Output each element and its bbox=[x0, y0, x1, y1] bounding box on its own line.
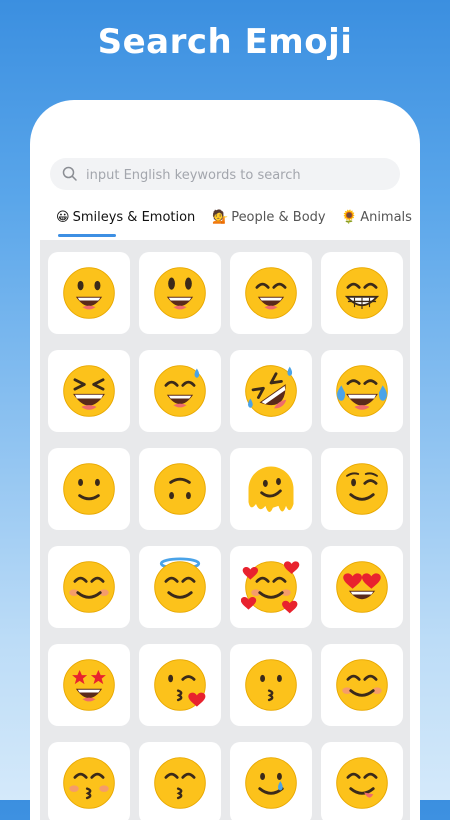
rolling-on-floor-laughing-icon bbox=[245, 365, 297, 417]
face-blowing-kiss-icon bbox=[154, 659, 206, 711]
emoji-cell[interactable] bbox=[230, 350, 312, 432]
smiling-face-icon bbox=[336, 659, 388, 711]
emoji-cell[interactable] bbox=[48, 546, 130, 628]
beaming-face-icon bbox=[336, 267, 388, 319]
star-struck-icon bbox=[63, 659, 115, 711]
emoji-cell[interactable] bbox=[48, 252, 130, 334]
smiling-face-tear-icon bbox=[245, 757, 297, 809]
emoji-cell[interactable] bbox=[139, 546, 221, 628]
search-icon bbox=[62, 166, 77, 181]
kissing-face-icon bbox=[245, 659, 297, 711]
winking-face-icon bbox=[336, 463, 388, 515]
upside-down-face-icon bbox=[154, 463, 206, 515]
emoji-cell[interactable] bbox=[139, 742, 221, 820]
phone-frame: 😀 Smileys & Emotion 💁 People & Body 🌻 An… bbox=[30, 100, 420, 820]
kissing-face-closed-eyes-icon bbox=[63, 757, 115, 809]
emoji-grid bbox=[48, 252, 403, 820]
emoji-cell[interactable] bbox=[48, 644, 130, 726]
search-input[interactable] bbox=[84, 158, 388, 192]
grinning-face-smiling-eyes-icon bbox=[245, 267, 297, 319]
tab-label: Animals bbox=[360, 210, 412, 225]
emoji-cell[interactable] bbox=[230, 742, 312, 820]
emoji-cell[interactable] bbox=[139, 644, 221, 726]
grinning-face-icon bbox=[63, 267, 115, 319]
tab-label: Smileys & Emotion bbox=[72, 210, 196, 225]
page-title: Search Emoji bbox=[97, 22, 353, 62]
emoji-cell[interactable] bbox=[139, 252, 221, 334]
emoji-cell[interactable] bbox=[230, 546, 312, 628]
emoji-cell[interactable] bbox=[139, 448, 221, 530]
face-with-tears-of-joy-icon bbox=[336, 365, 388, 417]
emoji-cell[interactable] bbox=[321, 742, 403, 820]
grinning-face-big-eyes-icon bbox=[154, 267, 206, 319]
emoji-cell[interactable] bbox=[139, 350, 221, 432]
person-icon: 💁 bbox=[212, 210, 229, 225]
emoji-cell[interactable] bbox=[321, 448, 403, 530]
emoji-cell[interactable] bbox=[230, 448, 312, 530]
slightly-smiling-face-icon bbox=[63, 463, 115, 515]
grinning-squinting-face-icon bbox=[63, 365, 115, 417]
tab-smileys-emotion[interactable]: 😀 Smileys & Emotion bbox=[56, 210, 195, 225]
sunflower-icon: 🌻 bbox=[341, 210, 358, 225]
emoji-cell[interactable] bbox=[48, 742, 130, 820]
emoji-cell[interactable] bbox=[48, 448, 130, 530]
smiling-face-smiling-eyes-icon bbox=[63, 561, 115, 613]
emoji-grid-panel bbox=[40, 240, 410, 820]
tab-label: People & Body bbox=[231, 210, 326, 225]
tab-animals[interactable]: 🌻 Animals bbox=[341, 210, 412, 225]
heart-eyes-icon bbox=[336, 561, 388, 613]
emoji-cell[interactable] bbox=[230, 644, 312, 726]
kissing-face-smiling-eyes-icon bbox=[154, 757, 206, 809]
emoji-cell[interactable] bbox=[321, 350, 403, 432]
melting-face-icon bbox=[248, 466, 294, 513]
emoji-cell[interactable] bbox=[48, 350, 130, 432]
tab-people-body[interactable]: 💁 People & Body bbox=[212, 210, 326, 225]
emoji-cell[interactable] bbox=[321, 252, 403, 334]
emoji-cell[interactable] bbox=[230, 252, 312, 334]
smiling-face-hearts-icon bbox=[241, 561, 300, 614]
grinning-face-sweat-icon bbox=[154, 365, 206, 417]
search-bar[interactable] bbox=[50, 158, 400, 192]
emoji-cell[interactable] bbox=[321, 546, 403, 628]
smiling-face-halo-icon bbox=[154, 557, 206, 613]
category-tabs: 😀 Smileys & Emotion 💁 People & Body 🌻 An… bbox=[30, 204, 420, 238]
active-tab-indicator bbox=[58, 234, 116, 237]
smiley-icon: 😀 bbox=[56, 210, 70, 225]
emoji-cell[interactable] bbox=[321, 644, 403, 726]
face-savoring-food-icon bbox=[336, 757, 388, 809]
